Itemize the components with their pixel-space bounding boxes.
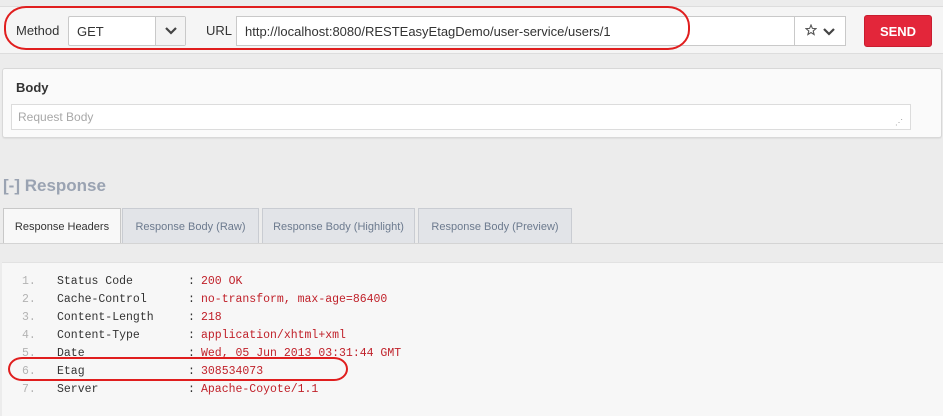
- header-separator: :: [188, 383, 195, 396]
- header-row: 5. Date : Wed, 05 Jun 2013 03:31:44 GMT: [2, 345, 602, 363]
- line-number: 1.: [22, 275, 36, 288]
- header-value: 308534073: [201, 365, 264, 378]
- header-value: no-transform, max-age=86400: [201, 293, 388, 306]
- header-row: 6. Etag : 308534073: [2, 363, 602, 381]
- body-title: Body: [16, 80, 49, 95]
- response-title[interactable]: [-] Response: [3, 176, 106, 196]
- header-key: Content-Type: [57, 329, 140, 342]
- line-number: 7.: [22, 383, 36, 396]
- url-input[interactable]: [236, 16, 796, 46]
- header-separator: :: [188, 329, 195, 342]
- header-value: 218: [201, 311, 222, 324]
- header-row: 3. Content-Length : 218: [2, 309, 602, 327]
- header-separator: :: [188, 347, 195, 360]
- request-body-textarea[interactable]: [11, 104, 911, 130]
- header-row: 1. Status Code : 200 OK: [2, 273, 602, 291]
- url-tools: [794, 16, 846, 46]
- header-value: 200 OK: [201, 275, 243, 288]
- send-button[interactable]: SEND: [864, 15, 932, 47]
- header-separator: :: [188, 365, 195, 378]
- header-row: 2. Cache-Control : no-transform, max-age…: [2, 291, 602, 309]
- header-key: Cache-Control: [57, 293, 147, 306]
- line-number: 3.: [22, 311, 36, 324]
- header-key: Server: [57, 383, 99, 396]
- header-value: application/xhtml+xml: [201, 329, 346, 342]
- response-headers-panel: 1. Status Code : 200 OK 2. Cache-Control…: [2, 262, 943, 416]
- body-panel: Body ⋰: [2, 68, 942, 138]
- star-icon[interactable]: [804, 23, 818, 39]
- header-value: Wed, 05 Jun 2013 03:31:44 GMT: [201, 347, 402, 360]
- header-separator: :: [188, 293, 195, 306]
- header-row: 4. Content-Type : application/xhtml+xml: [2, 327, 602, 345]
- header-key: Content-Length: [57, 311, 154, 324]
- tab-divider: [0, 243, 943, 244]
- header-key: Etag: [57, 365, 85, 378]
- method-label: Method: [16, 23, 60, 38]
- resize-grip-icon[interactable]: ⋰: [895, 119, 903, 127]
- line-number: 4.: [22, 329, 36, 342]
- header-row: 7. Server : Apache-Coyote/1.1: [2, 381, 602, 399]
- line-number: 5.: [22, 347, 36, 360]
- header-key: Date: [57, 347, 85, 360]
- tab-response-body-preview[interactable]: Response Body (Preview): [418, 208, 572, 244]
- chevron-down-icon[interactable]: [155, 17, 185, 45]
- header-key: Status Code: [57, 275, 133, 288]
- header-separator: :: [188, 275, 195, 288]
- method-select[interactable]: GET: [68, 16, 186, 46]
- line-number: 2.: [22, 293, 36, 306]
- tab-response-body-highlight[interactable]: Response Body (Highlight): [262, 208, 415, 244]
- method-value: GET: [77, 24, 104, 39]
- chevron-down-icon[interactable]: [823, 24, 835, 39]
- header-value: Apache-Coyote/1.1: [201, 383, 319, 396]
- line-number: 6.: [22, 365, 36, 378]
- tab-response-body-raw[interactable]: Response Body (Raw): [122, 208, 259, 244]
- url-label: URL: [206, 23, 233, 38]
- tab-response-headers[interactable]: Response Headers: [3, 208, 121, 244]
- request-bar: Method GET URL SEND: [0, 6, 943, 54]
- header-separator: :: [188, 311, 195, 324]
